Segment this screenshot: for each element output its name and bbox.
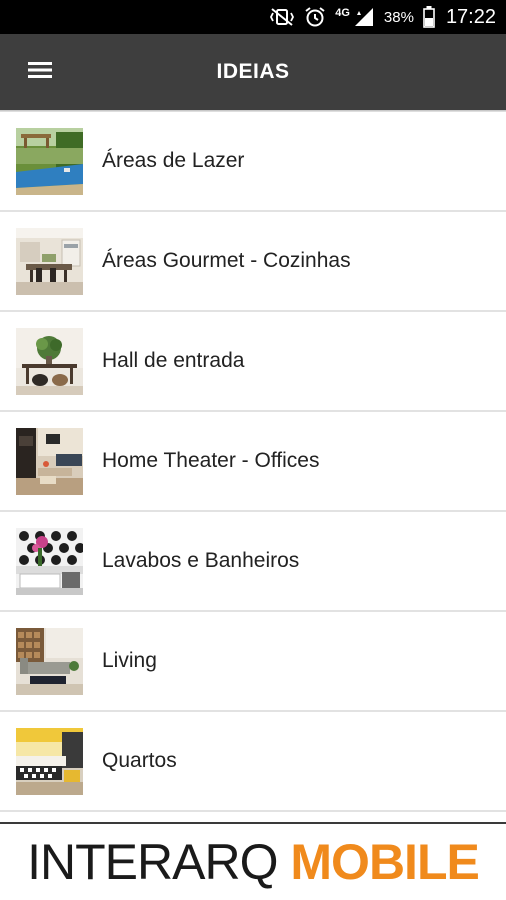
list-item-lavabos-e-banheiros[interactable]: Lavabos e Banheiros xyxy=(0,512,506,612)
list-item-hall-de-entrada[interactable]: Hall de entrada xyxy=(0,312,506,412)
category-list: Áreas de Lazer Áreas Gourmet - Cozinhas xyxy=(0,112,506,812)
home-theater-thumbnail xyxy=(16,428,83,495)
battery-icon xyxy=(423,6,435,28)
list-item-areas-de-lazer[interactable]: Áreas de Lazer xyxy=(0,112,506,212)
bedroom-thumbnail xyxy=(16,728,83,795)
list-item-living[interactable]: Living xyxy=(0,612,506,712)
app-bar: IDEIAS xyxy=(0,34,506,110)
brand-name-interarq: INTERARQ xyxy=(27,834,278,890)
page-title: IDEIAS xyxy=(216,60,290,83)
list-item-label: Lavabos e Banheiros xyxy=(102,549,300,572)
alarm-icon xyxy=(304,6,326,28)
list-item-label: Áreas Gourmet - Cozinhas xyxy=(102,249,351,272)
list-item-label: Living xyxy=(102,649,157,672)
list-item-quartos[interactable]: Quartos xyxy=(0,712,506,812)
list-item-areas-gourmet-cozinhas[interactable]: Áreas Gourmet - Cozinhas xyxy=(0,212,506,312)
brand-banner[interactable]: INTERARQ MOBILE xyxy=(0,824,506,900)
status-bar: 4G 38% 17:22 xyxy=(0,0,506,34)
clock: 17:22 xyxy=(445,5,496,28)
hamburger-menu-icon xyxy=(28,61,52,84)
brand-name-mobile: MOBILE xyxy=(290,834,479,890)
vibrate-mute-icon xyxy=(269,8,295,26)
list-item-label: Áreas de Lazer xyxy=(102,149,245,172)
gourmet-kitchen-thumbnail xyxy=(16,228,83,295)
bathroom-thumbnail xyxy=(16,528,83,595)
brand-logo: INTERARQ MOBILE xyxy=(27,834,480,890)
pool-garden-thumbnail xyxy=(16,128,83,195)
list-item-label: Hall de entrada xyxy=(102,349,245,372)
network-4g-icon: 4G xyxy=(335,7,350,19)
battery-percentage: 38% xyxy=(383,8,414,26)
menu-button[interactable] xyxy=(18,52,62,92)
entrance-hall-thumbnail xyxy=(16,328,83,395)
list-item-label: Quartos xyxy=(102,749,177,772)
status-icons: 4G 38% 17:22 xyxy=(269,0,496,34)
list-item-home-theater-offices[interactable]: Home Theater - Offices xyxy=(0,412,506,512)
list-item-label: Home Theater - Offices xyxy=(102,449,320,472)
signal-icon xyxy=(353,7,375,27)
living-room-thumbnail xyxy=(16,628,83,695)
